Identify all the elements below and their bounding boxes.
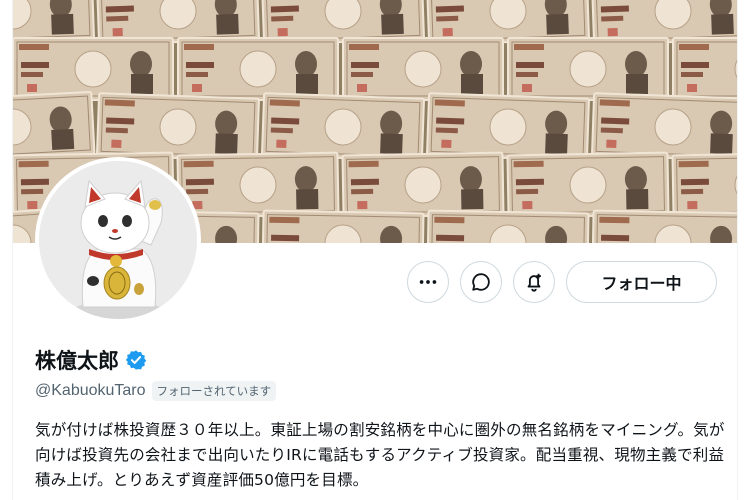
- yen-bill: [95, 92, 261, 162]
- yen-bill: [506, 151, 670, 219]
- more-icon: [419, 280, 437, 284]
- profile-avatar[interactable]: [35, 157, 201, 323]
- verified-badge-icon[interactable]: [125, 349, 147, 371]
- message-button[interactable]: [460, 261, 502, 303]
- yen-bill: [261, 209, 425, 243]
- yen-bill: [590, 92, 737, 162]
- handle-row: @KabuokuTaro フォローされています: [35, 381, 277, 401]
- more-button[interactable]: [407, 261, 449, 303]
- profile-page: フォロー中 株億太郎 @KabuokuTaro フォローされています 気が付けば…: [12, 0, 738, 500]
- display-name: 株億太郎: [35, 349, 119, 373]
- user-handle: @KabuokuTaro: [35, 382, 146, 399]
- maneki-neko-avatar-image: [39, 161, 197, 319]
- yen-bill: [426, 209, 590, 243]
- follows-you-badge: フォローされています: [151, 381, 277, 401]
- yen-bill: [176, 151, 340, 219]
- notify-button[interactable]: [513, 261, 555, 303]
- notification-bell-icon: [527, 273, 541, 292]
- profile-bio: 気が付けば株投資歴３０年以上。東証上場の割安銘柄を中心に圏外の無名銘柄をマイニン…: [35, 421, 725, 489]
- yen-bill: [671, 151, 737, 219]
- yen-bill: [13, 90, 96, 164]
- yen-bill: [672, 37, 737, 101]
- yen-bill: [425, 92, 591, 162]
- yen-bill: [260, 92, 426, 162]
- name-row: 株億太郎: [35, 345, 147, 375]
- yen-bill: [507, 37, 669, 101]
- yen-bill: [177, 37, 339, 101]
- yen-bill: [13, 37, 174, 101]
- yen-bill: [341, 151, 505, 219]
- yen-bill: [342, 37, 504, 101]
- following-button[interactable]: フォロー中: [566, 261, 717, 303]
- message-icon: [472, 273, 490, 291]
- yen-bill: [591, 209, 737, 243]
